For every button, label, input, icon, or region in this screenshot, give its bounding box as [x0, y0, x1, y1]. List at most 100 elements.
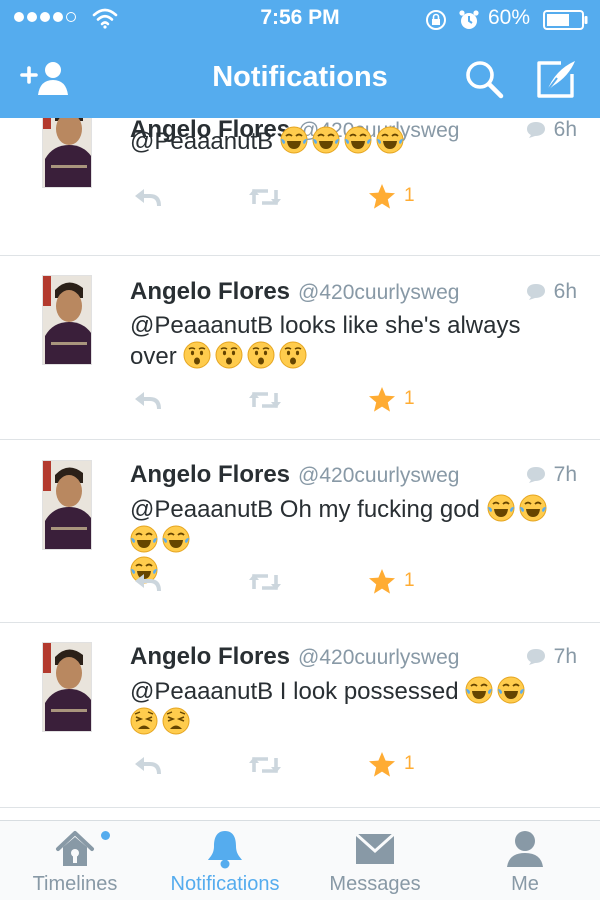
avatar-image [43, 643, 91, 731]
weary-emoji-icon [130, 707, 158, 735]
reply-icon [135, 574, 161, 592]
notification-row[interactable]: Angelo Flores @420cuurlysweg 6h @PeaaanutB … [0, 256, 600, 440]
favorite-count: 1 [404, 185, 415, 206]
tweet-text: @PeaaanutB looks like she's always over [130, 311, 570, 372]
joy-emoji-icon [162, 525, 190, 553]
retweet-icon [249, 392, 281, 408]
reply-icon [135, 189, 161, 207]
favorite-count: 1 [404, 570, 415, 591]
tab-timelines[interactable]: Timelines [0, 821, 150, 900]
avatar[interactable] [42, 642, 92, 732]
joy-emoji-icon [376, 126, 404, 154]
tweet-text: @PeaaanutB Oh my fucking god [130, 494, 570, 587]
notification-row[interactable]: Angelo Flores @420cuurlysweg 7h @PeaaanutB … [0, 440, 600, 623]
favorite-button[interactable] [368, 386, 396, 418]
tweet-body: @PeaaanutB [130, 128, 274, 155]
tab-notifications[interactable]: Notifications [150, 821, 300, 900]
navigation-bar: Notifications [0, 38, 600, 118]
notifications-feed[interactable]: Angelo Flores @420cuurlysweg 6h @PeaaanutB … [0, 118, 600, 820]
timestamp-value: 6h [553, 280, 577, 303]
reply-button[interactable] [132, 186, 162, 213]
tweet-author[interactable]: Angelo Flores @420cuurlysweg [130, 461, 459, 489]
avatar-image [43, 118, 91, 187]
tab-label-messages: Messages [329, 873, 421, 895]
conversation-icon [526, 649, 545, 665]
tweet-timestamp: 6h [526, 280, 577, 304]
home-icon [56, 831, 94, 866]
joy-emoji-icon [519, 494, 547, 522]
avatar-image [43, 276, 91, 364]
retweet-button[interactable] [248, 571, 282, 598]
page-title: Notifications [212, 61, 388, 93]
timestamp-value: 7h [553, 645, 577, 668]
tab-bar: Timelines Notifications Messages Me [0, 820, 600, 900]
avatar[interactable] [42, 275, 92, 365]
joy-emoji-icon [130, 525, 158, 553]
battery-percentage: 60% [488, 6, 531, 29]
tweet-text: @PeaaanutB [130, 126, 570, 157]
notification-row[interactable]: Angelo Flores @420cuurlysweg 7h @PeaaanutB … [0, 623, 600, 808]
notification-row[interactable]: Angelo Flores @420cuurlysweg 6h @PeaaanutB … [0, 118, 600, 256]
retweet-icon [249, 574, 281, 590]
author-name[interactable]: Angelo Flores [130, 278, 290, 305]
tweet-timestamp: 7h [526, 645, 577, 669]
author-handle[interactable]: @420cuurlysweg [298, 281, 459, 304]
favorite-button[interactable] [368, 568, 396, 600]
hushed-emoji-icon [279, 341, 307, 369]
status-bar: 7:56 PM 60% [0, 0, 600, 38]
tweet-author[interactable]: Angelo Flores @420cuurlysweg [130, 643, 459, 671]
joy-emoji-icon [344, 126, 372, 154]
favorite-count: 1 [404, 388, 415, 409]
tweet-timestamp: 7h [526, 463, 577, 487]
new-content-dot [101, 831, 110, 840]
avatar[interactable] [42, 460, 92, 550]
tweet-author[interactable]: Angelo Flores @420cuurlysweg [130, 278, 459, 306]
app-header: 7:56 PM 60% Notifications [0, 0, 600, 118]
tab-messages[interactable]: Messages [300, 821, 450, 900]
author-handle[interactable]: @420cuurlysweg [298, 464, 459, 487]
favorite-star-icon [369, 752, 395, 777]
alarm-icon [459, 10, 479, 29]
author-name[interactable]: Angelo Flores [130, 643, 290, 670]
favorite-button[interactable] [368, 751, 396, 783]
favorite-star-icon [369, 184, 395, 209]
compose-tweet-button[interactable] [533, 58, 579, 100]
joy-emoji-icon [487, 494, 515, 522]
favorite-button[interactable] [368, 183, 396, 215]
joy-emoji-icon [280, 126, 308, 154]
search-icon [466, 61, 504, 99]
author-handle[interactable]: @420cuurlysweg [298, 646, 459, 669]
reply-icon [135, 757, 161, 775]
joy-emoji-icon [497, 676, 525, 704]
reply-button[interactable] [132, 754, 162, 781]
avatar[interactable] [42, 118, 92, 188]
bell-icon [208, 831, 242, 869]
conversation-icon [526, 284, 545, 300]
tab-label-notifications: Notifications [170, 873, 280, 895]
tweet-body: @PeaaanutB I look possessed [130, 678, 459, 705]
compose-icon [537, 61, 575, 98]
search-button[interactable] [463, 58, 505, 100]
timestamp-value: 7h [553, 463, 577, 486]
tab-label-me: Me [511, 873, 539, 895]
reply-button[interactable] [132, 571, 162, 598]
author-name[interactable]: Angelo Flores [130, 461, 290, 488]
joy-emoji-icon [465, 676, 493, 704]
tab-me[interactable]: Me [450, 821, 600, 900]
retweet-icon [249, 189, 281, 205]
favorite-star-icon [369, 569, 395, 594]
reply-button[interactable] [132, 389, 162, 416]
retweet-button[interactable] [248, 186, 282, 213]
tab-label-timelines: Timelines [32, 873, 118, 895]
retweet-button[interactable] [248, 389, 282, 416]
avatar-image [43, 461, 91, 549]
joy-emoji-icon [312, 126, 340, 154]
favorite-star-icon [369, 387, 395, 412]
retweet-icon [249, 757, 281, 773]
tweet-body: @PeaaanutB Oh my fucking god [130, 496, 480, 523]
rotation-lock-icon [426, 10, 446, 30]
favorite-count: 1 [404, 753, 415, 774]
retweet-button[interactable] [248, 754, 282, 781]
hushed-emoji-icon [215, 341, 243, 369]
hushed-emoji-icon [247, 341, 275, 369]
